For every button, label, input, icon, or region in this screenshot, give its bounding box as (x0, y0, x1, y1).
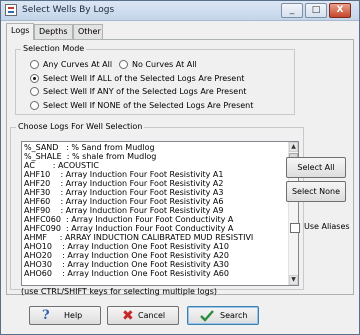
logs-tab-panel: Selection Mode Any Curves At All No Curv… (6, 39, 354, 296)
list-item[interactable]: AHO60 : Array Induction One Foot Resisti… (22, 269, 290, 279)
cancel-x-icon: ✖ (122, 308, 134, 324)
radio-circle (119, 60, 128, 69)
selection-mode-label: Selection Mode (21, 44, 87, 53)
selection-mode-group: Selection Mode Any Curves At All No Curv… (15, 44, 295, 115)
tab-depths[interactable]: Depths (34, 24, 73, 39)
select-wells-by-logs-dialog: Select Wells By Logs _ □ X Logs Depths O… (0, 0, 360, 335)
window-title: Select Wells By Logs (22, 5, 115, 15)
radio-label: Select Well If ANY of the Selected Logs … (43, 87, 247, 96)
radio-label: Any Curves At All (43, 60, 113, 69)
radio-circle (30, 74, 39, 83)
minimize-button[interactable]: _ (281, 3, 303, 18)
app-icon (5, 4, 17, 16)
radio-label: Select Well If NONE of the Selected Logs… (43, 101, 254, 110)
tab-other[interactable]: Other (73, 24, 103, 39)
use-aliases-label: Use Aliases (304, 222, 350, 231)
scroll-up-arrow-icon[interactable]: ▲ (289, 142, 298, 152)
use-aliases-checkbox[interactable] (290, 223, 300, 233)
logs-listbox[interactable]: %_SAND : % Sand from Mudlog %_SHALE : % … (21, 141, 299, 286)
choose-logs-group: Choose Logs For Well Selection %_SAND : … (10, 122, 304, 296)
titlebar: Select Wells By Logs _ □ X (1, 1, 359, 21)
select-all-button[interactable]: Select All (286, 157, 346, 178)
radio-label: Select Well If ALL of the Selected Logs … (43, 74, 245, 83)
help-question-icon: ? (42, 308, 50, 323)
maximize-button[interactable]: □ (305, 3, 327, 18)
scroll-down-arrow-icon[interactable]: ▼ (289, 275, 298, 285)
select-none-button[interactable]: Select None (286, 181, 346, 202)
radio-circle (30, 87, 39, 96)
search-button[interactable]: Search (187, 306, 259, 325)
search-label: Search (220, 311, 248, 320)
radio-circle (30, 101, 39, 110)
multi-select-hint: (use CTRL/SHIFT keys for selecting multi… (21, 287, 217, 296)
radio-label: No Curves At All (132, 60, 197, 69)
search-checkmark-icon (200, 310, 214, 322)
help-label: Help (64, 311, 83, 320)
cancel-button[interactable]: ✖ Cancel (107, 306, 179, 325)
tab-logs[interactable]: Logs (6, 23, 34, 40)
choose-logs-label: Choose Logs For Well Selection (16, 122, 145, 131)
radio-circle (30, 60, 39, 69)
help-button[interactable]: ? Help (29, 306, 101, 325)
close-button[interactable]: X (329, 3, 351, 18)
cancel-label: Cancel (138, 311, 166, 320)
